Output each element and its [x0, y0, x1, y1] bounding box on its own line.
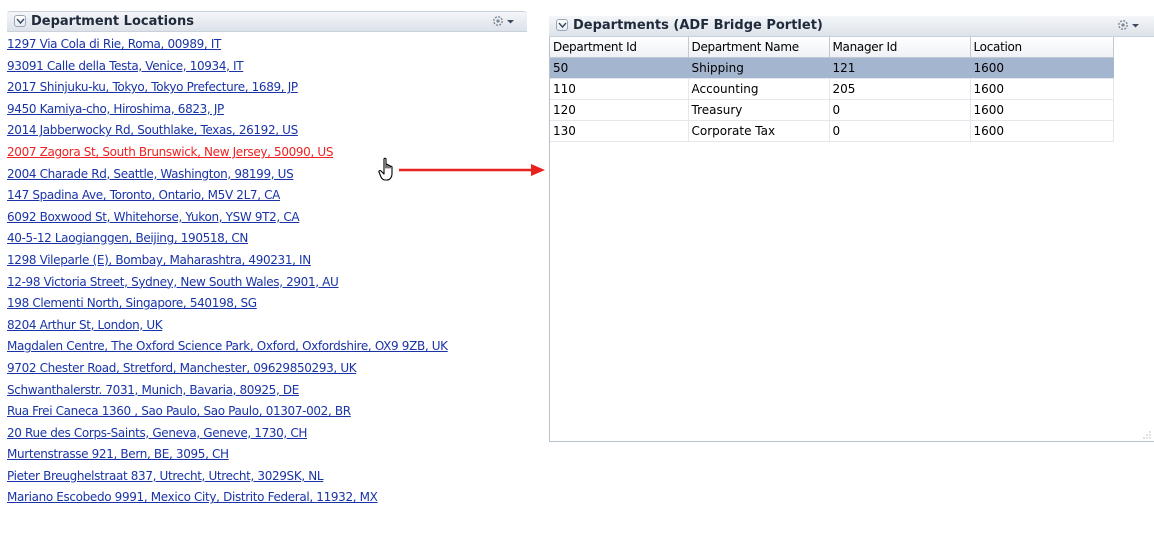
location-link[interactable]: Murtenstrasse 921, Bern, BE, 3095, CH: [7, 447, 229, 461]
chevron-down-icon[interactable]: [14, 15, 26, 27]
table-cell: 130: [550, 120, 689, 142]
location-link[interactable]: 9702 Chester Road, Stretford, Manchester…: [7, 361, 357, 375]
table-cell: Treasury: [688, 99, 830, 121]
gear-icon[interactable]: [491, 14, 517, 30]
table-header-row: Department Id Department Name Manager Id…: [550, 37, 1114, 58]
list-item: 40-5-12 Laogianggen, Beijing, 190518, CN: [7, 228, 527, 250]
list-item: Schwanthalerstr. 7031, Munich, Bavaria, …: [7, 380, 527, 402]
table-cell: 0: [829, 120, 971, 142]
location-link[interactable]: 2014 Jabberwocky Rd, Southlake, Texas, 2…: [7, 123, 298, 137]
chevron-down-icon[interactable]: [556, 19, 568, 31]
list-item: 198 Clementi North, Singapore, 540198, S…: [7, 293, 527, 315]
table-cell: 1600: [970, 99, 1114, 121]
location-link[interactable]: 40-5-12 Laogianggen, Beijing, 190518, CN: [7, 231, 248, 245]
list-item: 12-98 Victoria Street, Sydney, New South…: [7, 272, 527, 294]
location-link[interactable]: 6092 Boxwood St, Whitehorse, Yukon, YSW …: [7, 210, 300, 224]
column-header-department-name[interactable]: Department Name: [688, 37, 830, 58]
table-cell: 110: [550, 78, 689, 100]
table-cell: 205: [829, 78, 971, 100]
table-row[interactable]: 50 Shipping 121 1600: [550, 57, 1114, 79]
location-link[interactable]: 147 Spadina Ave, Toronto, Ontario, M5V 2…: [7, 188, 280, 202]
location-link[interactable]: 198 Clementi North, Singapore, 540198, S…: [7, 296, 257, 310]
table-cell: 50: [550, 57, 689, 79]
column-header-manager-id[interactable]: Manager Id: [829, 37, 971, 58]
list-item: Magdalen Centre, The Oxford Science Park…: [7, 336, 527, 358]
list-item: 9702 Chester Road, Stretford, Manchester…: [7, 358, 527, 380]
table-row[interactable]: 110 Accounting 205 1600: [550, 78, 1114, 100]
list-item: Pieter Breughelstraat 837, Utrecht, Utre…: [7, 466, 527, 488]
location-link[interactable]: 12-98 Victoria Street, Sydney, New South…: [7, 275, 339, 289]
portlet-title: Departments (ADF Bridge Portlet): [573, 18, 823, 33]
location-link[interactable]: 2017 Shinjuku-ku, Tokyo, Tokyo Prefectur…: [7, 80, 298, 94]
list-item: 2014 Jabberwocky Rd, Southlake, Texas, 2…: [7, 120, 527, 142]
location-link[interactable]: 1298 Vileparle (E), Bombay, Maharashtra,…: [7, 253, 311, 267]
list-item: 1297 Via Cola di Rie, Roma, 00989, IT: [7, 34, 527, 56]
list-item: Rua Frei Caneca 1360 , Sao Paulo, Sao Pa…: [7, 401, 527, 423]
list-item: Murtenstrasse 921, Bern, BE, 3095, CH: [7, 444, 527, 466]
list-item: 2007 Zagora St, South Brunswick, New Jer…: [7, 142, 527, 164]
table-cell: 120: [550, 99, 689, 121]
location-link[interactable]: Schwanthalerstr. 7031, Munich, Bavaria, …: [7, 383, 299, 397]
table-cell: Shipping: [688, 57, 830, 79]
location-link[interactable]: 2007 Zagora St, South Brunswick, New Jer…: [7, 145, 333, 159]
red-arrow-icon: [399, 164, 545, 176]
table-row[interactable]: 120 Treasury 0 1600: [550, 99, 1114, 121]
location-link[interactable]: 8204 Arthur St, London, UK: [7, 318, 163, 332]
portlet-title: Department Locations: [31, 14, 194, 29]
list-item: 9450 Kamiya-cho, Hiroshima, 6823, JP: [7, 99, 527, 121]
table-cell: 1600: [970, 57, 1114, 79]
list-item: 2017 Shinjuku-ku, Tokyo, Tokyo Prefectur…: [7, 77, 527, 99]
location-list: 1297 Via Cola di Rie, Roma, 00989, IT 930…: [7, 32, 527, 509]
table-cell: 0: [829, 99, 971, 121]
location-link[interactable]: 1297 Via Cola di Rie, Roma, 00989, IT: [7, 37, 221, 51]
portlet-header: Departments (ADF Bridge Portlet): [549, 16, 1154, 37]
table-cell: Accounting: [688, 78, 830, 100]
list-item: Mariano Escobedo 9991, Mexico City, Dist…: [7, 487, 527, 509]
table-cell: 121: [829, 57, 971, 79]
list-item: 8204 Arthur St, London, UK: [7, 315, 527, 337]
column-header-department-id[interactable]: Department Id: [550, 37, 689, 58]
departments-table: Department Id Department Name Manager Id…: [550, 37, 1114, 142]
departments-portlet: Departments (ADF Bridge Portlet) Departm…: [549, 16, 1154, 443]
departments-table-area: Department Id Department Name Manager Id…: [549, 37, 1154, 442]
gear-icon[interactable]: [1116, 18, 1142, 34]
list-item: 147 Spadina Ave, Toronto, Ontario, M5V 2…: [7, 185, 527, 207]
department-locations-portlet: Department Locations 1297 Via Cola di Ri…: [7, 11, 527, 551]
table-cell: 1600: [970, 78, 1114, 100]
location-link[interactable]: 9450 Kamiya-cho, Hiroshima, 6823, JP: [7, 102, 224, 116]
table-row[interactable]: 130 Corporate Tax 0 1600: [550, 120, 1114, 142]
portlet-header: Department Locations: [7, 11, 527, 32]
location-link[interactable]: 93091 Calle della Testa, Venice, 10934, …: [7, 59, 244, 73]
location-link[interactable]: Rua Frei Caneca 1360 , Sao Paulo, Sao Pa…: [7, 404, 351, 418]
list-item: 20 Rue des Corps-Saints, Geneva, Geneve,…: [7, 423, 527, 445]
list-item: 1298 Vileparle (E), Bombay, Maharashtra,…: [7, 250, 527, 272]
table-cell: 1600: [970, 120, 1114, 142]
resize-grip-icon[interactable]: [1143, 431, 1151, 439]
list-item: 6092 Boxwood St, Whitehorse, Yukon, YSW …: [7, 207, 527, 229]
location-link[interactable]: Magdalen Centre, The Oxford Science Park…: [7, 339, 448, 353]
location-link[interactable]: 2004 Charade Rd, Seattle, Washington, 98…: [7, 167, 294, 181]
list-item: 93091 Calle della Testa, Venice, 10934, …: [7, 56, 527, 78]
location-link[interactable]: Mariano Escobedo 9991, Mexico City, Dist…: [7, 490, 378, 504]
hand-pointer-icon: [378, 157, 393, 181]
table-cell: Corporate Tax: [688, 120, 830, 142]
column-header-location[interactable]: Location: [970, 37, 1114, 58]
location-link[interactable]: Pieter Breughelstraat 837, Utrecht, Utre…: [7, 469, 324, 483]
location-link[interactable]: 20 Rue des Corps-Saints, Geneva, Geneve,…: [7, 426, 307, 440]
